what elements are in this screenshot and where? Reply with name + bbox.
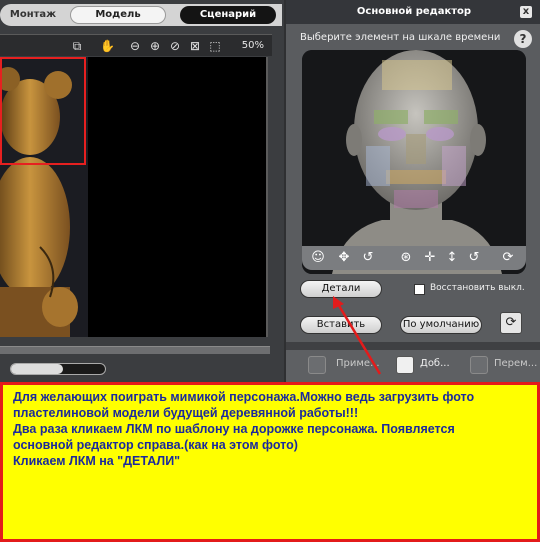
face-select-icon[interactable]: ☺ xyxy=(308,249,328,267)
crop-icon[interactable]: ⬚ xyxy=(208,39,222,53)
vertical-move-icon[interactable]: ↕ xyxy=(442,249,462,267)
insert-button[interactable]: Вставить xyxy=(300,316,382,334)
transport-controls xyxy=(0,360,270,380)
timeline-scrub-bar[interactable] xyxy=(0,346,270,354)
editor-title: Основной редактор xyxy=(286,0,540,24)
no-entry-icon[interactable]: ⊘ xyxy=(168,39,182,53)
volume-slider[interactable] xyxy=(10,363,106,375)
details-button[interactable]: Детали xyxy=(300,280,382,298)
zoom-in-icon[interactable]: ⊕ xyxy=(148,39,162,53)
zoom-readout: 50% xyxy=(241,40,264,51)
viewport-toolbar: ⧉ ✋ ⊖ ⊕ ⊘ ⊠ ⬚ 50% xyxy=(0,34,272,56)
annotation-line: основной редактор справа.(как на этом фо… xyxy=(13,438,298,452)
tab-model[interactable]: Модель xyxy=(70,6,166,24)
head-model-image xyxy=(302,50,526,274)
volume-fill xyxy=(11,364,63,374)
annotation-text: Для желающих поиграть мимикой персонажа.… xyxy=(13,389,533,469)
refresh-icon[interactable]: ⟳ xyxy=(500,312,522,334)
annotation-line: Кликаем ЛКМ на "ДЕТАЛИ" xyxy=(13,454,181,468)
tab-scenario[interactable]: Сценарий xyxy=(180,6,276,24)
face-selection-box xyxy=(0,57,86,165)
default-button[interactable]: По умолчанию xyxy=(400,316,482,334)
editor-prompt: Выберите элемент на шкале времени xyxy=(300,32,501,43)
screenshot-root: Монтаж Модель Сценарий ⧉ ✋ ⊖ ⊕ ⊘ ⊠ ⬚ 50% xyxy=(0,0,540,542)
restore-checkbox[interactable] xyxy=(414,284,425,295)
viewport[interactable] xyxy=(0,57,268,337)
camera-icon[interactable]: ⧉ xyxy=(70,39,84,53)
add-icon[interactable] xyxy=(396,356,414,374)
head-toolbar: ☺ ✥ ↺ ⊛ ✛ ↕ ↺ ⟳ xyxy=(302,246,526,270)
hand-icon[interactable]: ✋ xyxy=(100,39,115,53)
annotation-line: Два раза кликаем ЛКМ по шаблону на дорож… xyxy=(13,422,455,436)
fit-icon[interactable]: ⊠ xyxy=(188,39,202,53)
zoom-out-icon[interactable]: ⊖ xyxy=(128,39,142,53)
restore-label: Восстановить выкл. xyxy=(430,283,525,293)
pan-icon[interactable]: ✛ xyxy=(420,249,440,267)
editor-bottom-bar: Приме... Доб... Перем... xyxy=(286,350,540,382)
mode-tabs: Монтаж Модель Сценарий xyxy=(0,4,282,26)
head-pose-icon[interactable]: ⊛ xyxy=(396,249,416,267)
help-icon[interactable]: ? xyxy=(514,30,532,48)
annotation-box: Для желающих поиграть мимикой персонажа.… xyxy=(0,382,540,542)
main-editor-panel: Основной редактор x Выберите элемент на … xyxy=(284,0,540,382)
move-item-icon[interactable] xyxy=(470,356,488,374)
apply-item[interactable]: Приме... xyxy=(336,358,380,369)
player-panel: Монтаж Модель Сценарий ⧉ ✋ ⊖ ⊕ ⊘ ⊠ ⬚ 50% xyxy=(0,0,284,382)
annotation-line: Для желающих поиграть мимикой персонажа.… xyxy=(13,390,475,404)
head-preview[interactable] xyxy=(302,50,526,274)
move-item[interactable]: Перем... xyxy=(494,358,537,369)
reset-view-icon[interactable]: ⟳ xyxy=(498,249,518,267)
annotation-line: пластелиновой модели будущей деревянной … xyxy=(13,406,359,420)
add-item[interactable]: Доб... xyxy=(420,358,450,369)
rotate-icon[interactable]: ↺ xyxy=(358,249,378,267)
move-icon[interactable]: ✥ xyxy=(334,249,354,267)
apply-icon[interactable] xyxy=(308,356,326,374)
rotate-camera-icon[interactable]: ↺ xyxy=(464,249,484,267)
panel-divider xyxy=(286,342,540,350)
tab-montage[interactable]: Монтаж xyxy=(0,6,66,24)
close-icon[interactable]: x xyxy=(520,6,532,18)
